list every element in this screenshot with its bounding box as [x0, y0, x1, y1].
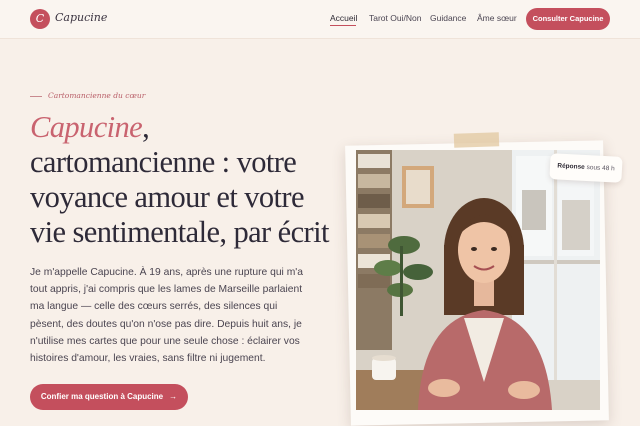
- eyebrow-line: [30, 96, 42, 97]
- intro-paragraph: Je m'appelle Capucine. À 19 ans, après u…: [30, 267, 303, 365]
- logo-text[interactable]: Capucine: [55, 11, 107, 24]
- portrait-photo: [356, 150, 600, 410]
- arrow-right-icon: →: [169, 392, 178, 401]
- ask-question-button[interactable]: Confier ma question à Capucine →: [30, 384, 188, 410]
- site-header: C Capucine Accueil Tarot Oui/Non Guidanc…: [0, 0, 640, 39]
- nav-item-tarot[interactable]: Tarot Oui/Non: [369, 13, 421, 23]
- logo-mark[interactable]: C: [30, 9, 50, 29]
- tape-decoration: [453, 132, 500, 148]
- badge-strong: Réponse: [557, 162, 585, 171]
- eyebrow-text: Cartomancienne du cœur: [48, 91, 146, 100]
- nav-item-guidance[interactable]: Guidance: [430, 13, 466, 23]
- ask-question-label: Confier ma question à Capucine: [40, 392, 164, 401]
- badge-rest: sous 48 h: [584, 163, 615, 173]
- nav-active-underline: [330, 25, 356, 26]
- page-title: Capucine, cartomancienne : votre voyance…: [30, 110, 330, 250]
- response-time-badge: Réponse sous 48 h: [549, 153, 623, 183]
- nav-item-accueil[interactable]: Accueil: [330, 13, 357, 23]
- consult-button[interactable]: Consulter Capucine: [526, 8, 610, 30]
- nav-item-ame-soeur[interactable]: Âme sœur: [477, 13, 517, 23]
- title-accent: Capucine: [30, 110, 143, 144]
